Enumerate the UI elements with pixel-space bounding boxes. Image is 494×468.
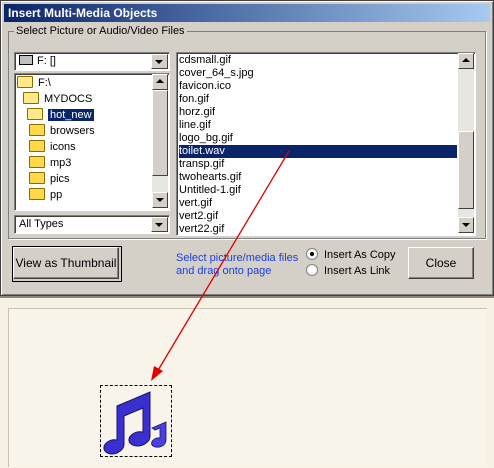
drag-arrow-line: [156, 150, 290, 373]
drag-arrow-head: [151, 366, 163, 381]
music-note-icon: [103, 391, 167, 455]
drag-arrow-overlay: [103, 150, 290, 455]
